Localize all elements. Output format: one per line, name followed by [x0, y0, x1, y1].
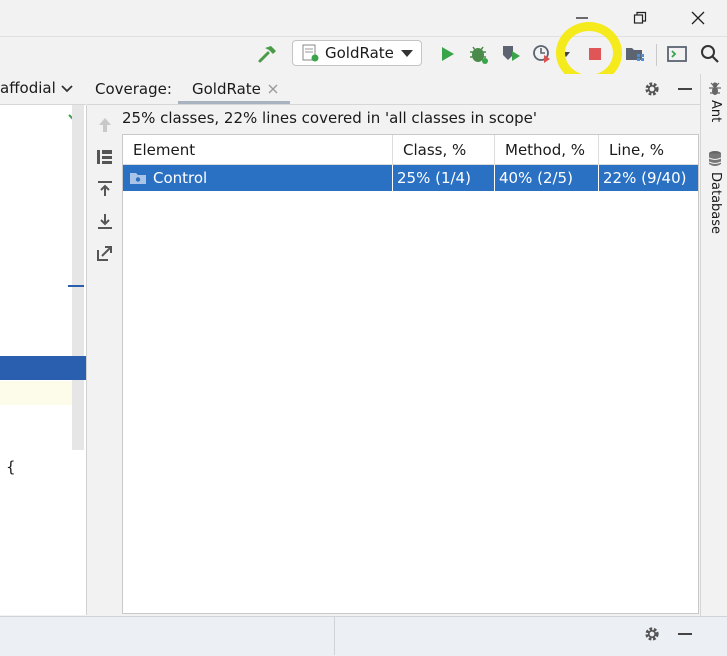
editor-scrollbar[interactable] — [72, 105, 84, 450]
hammer-icon — [258, 46, 276, 63]
restore-icon — [633, 11, 647, 24]
run-config-label: GoldRate — [325, 44, 394, 62]
class-coverage-cell: 25% (1/4) — [393, 165, 495, 191]
navigate-source-icon[interactable] — [96, 244, 114, 262]
hide-icon[interactable] — [677, 626, 693, 642]
coverage-table[interactable]: Element Class, % Method, % Line, % Contr… — [122, 134, 699, 614]
column-header-class[interactable]: Class, % — [393, 135, 495, 165]
database-icon — [708, 151, 722, 166]
debug-icon — [470, 46, 488, 64]
current-line-highlight — [0, 381, 72, 405]
build-button[interactable] — [254, 42, 280, 66]
import-report-icon[interactable] — [96, 212, 114, 230]
toolbar-separator — [656, 44, 657, 66]
project-structure-icon — [626, 48, 644, 61]
tab-goldrate[interactable]: GoldRate — [178, 74, 290, 104]
terminal-button[interactable] — [664, 42, 690, 66]
ant-label: Ant — [708, 100, 723, 123]
run-configuration-select[interactable]: GoldRate — [292, 40, 422, 66]
chevron-down-icon[interactable] — [60, 84, 74, 94]
coverage-label: Coverage: — [95, 80, 172, 98]
coverage-icon — [503, 46, 520, 61]
ant-icon — [709, 82, 721, 95]
element-name: Control — [153, 169, 208, 187]
method-coverage-cell: 40% (2/5) — [495, 165, 599, 191]
coverage-toolwindow-header: Coverage: GoldRate — [87, 74, 700, 105]
tab-label: GoldRate — [192, 80, 261, 98]
project-structure-button[interactable] — [622, 42, 648, 66]
coverage-summary: 25% classes, 22% lines covered in 'all c… — [122, 109, 538, 127]
editor-tab-strip: affodials — [0, 74, 86, 105]
chevron-down-icon — [401, 50, 413, 57]
run-icon — [442, 47, 454, 61]
flatten-packages-icon[interactable] — [96, 148, 114, 166]
line-coverage-cell: 22% (9/40) — [603, 169, 687, 187]
selected-code-line — [0, 356, 86, 380]
database-label: Database — [708, 172, 723, 235]
run-button[interactable] — [434, 42, 460, 66]
column-header-line[interactable]: Line, % — [599, 135, 698, 165]
package-folder-icon — [130, 173, 146, 184]
hide-icon[interactable] — [677, 81, 693, 97]
gear-icon[interactable] — [643, 625, 661, 643]
search-everywhere-button[interactable] — [697, 42, 723, 66]
coverage-side-toolbar — [88, 106, 120, 614]
search-icon — [701, 45, 719, 63]
restore-button[interactable] — [620, 6, 660, 30]
editor-marker — [68, 285, 84, 287]
element-cell: Control — [123, 165, 393, 191]
right-tool-stripe: Ant Database — [700, 74, 727, 619]
close-icon[interactable] — [268, 84, 278, 94]
title-bar — [0, 0, 727, 36]
arrow-up-icon[interactable] — [96, 116, 114, 134]
column-header-method[interactable]: Method, % — [495, 135, 599, 165]
bottom-toolwindow-bar — [0, 616, 727, 656]
close-icon — [691, 11, 705, 25]
table-row[interactable]: Control 25% (1/4) 40% (2/5) 22% (9/40) — [123, 165, 698, 191]
debug-button[interactable] — [466, 42, 492, 66]
column-header-element[interactable]: Element — [123, 135, 393, 165]
ant-tool-button[interactable]: Ant — [705, 80, 725, 122]
run-with-coverage-button[interactable] — [498, 42, 524, 66]
code-editor[interactable]: { — [0, 105, 87, 615]
code-brace: { — [6, 458, 16, 476]
config-file-icon — [302, 44, 319, 62]
database-tool-button[interactable]: Database — [705, 150, 725, 234]
generate-report-icon[interactable] — [96, 180, 114, 198]
editor-tab-label[interactable]: affodials — [0, 79, 56, 97]
gear-icon[interactable] — [643, 80, 661, 98]
terminal-icon — [667, 46, 687, 62]
divider — [334, 617, 335, 655]
close-window-button[interactable] — [678, 6, 718, 30]
